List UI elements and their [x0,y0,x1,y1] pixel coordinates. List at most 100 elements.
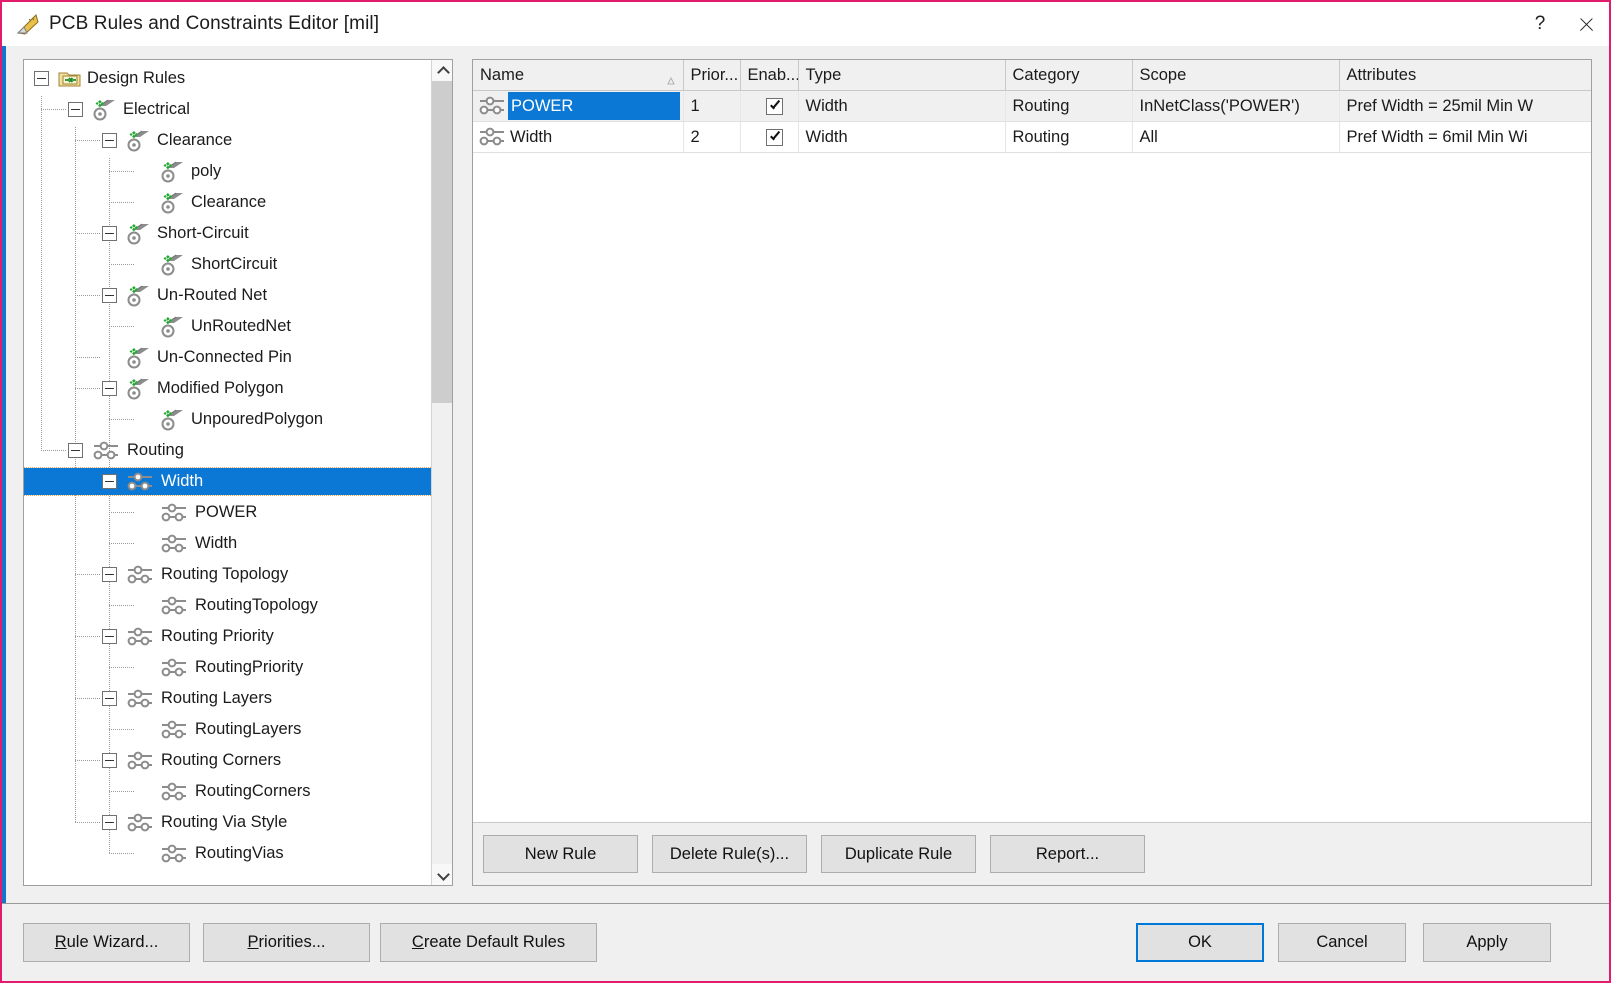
tree-item-short-circuit[interactable]: Short-Circuit [24,218,432,249]
apply-button[interactable]: Apply [1423,923,1551,962]
scrollbar-thumb[interactable] [432,81,453,403]
rule-name-cell[interactable]: Width [473,122,683,153]
rule-category-cell[interactable]: Routing [1005,91,1132,122]
cancel-button[interactable]: Cancel [1278,923,1406,962]
tree-item-routingtopology[interactable]: RoutingTopology [24,590,432,621]
folder-icon [58,69,82,88]
collapse-toggle-icon[interactable] [102,226,117,241]
rule-attributes-cell[interactable]: Pref Width = 6mil Min Wi [1339,122,1591,153]
collapse-toggle-icon[interactable] [102,288,117,303]
title-bar: PCB Rules and Constraints Editor [mil] ? [2,2,1609,46]
ok-button[interactable]: OK [1136,923,1264,962]
routing-icon [160,719,190,741]
rule-enabled-cell[interactable] [740,122,798,153]
tree-item-unpouredpolygon[interactable]: UnpouredPolygon [24,404,432,435]
tree-item-routing-corners[interactable]: Routing Corners [24,745,432,776]
tree-item-shortcircuit[interactable]: ShortCircuit [24,249,432,280]
tree-item-routing-layers[interactable]: Routing Layers [24,683,432,714]
routing-icon [160,595,190,617]
tree-item-design-rules[interactable]: Design Rules [24,63,432,94]
collapse-toggle-icon[interactable] [102,381,117,396]
tree-item-un-routed-net[interactable]: Un-Routed Net [24,280,432,311]
tree-item-clearance[interactable]: Clearance [24,187,432,218]
design-rules-tree[interactable]: Design RulesElectricalClearancepolyClear… [24,60,432,885]
tree-item-routing-priority[interactable]: Routing Priority [24,621,432,652]
rule-enabled-cell[interactable] [740,91,798,122]
chevron-down-icon [438,870,447,879]
grid-header-enabled[interactable]: Enab... [740,60,798,91]
tree-item-label: Routing Priority [160,628,274,645]
collapse-toggle-icon[interactable] [102,567,117,582]
grid-header-type[interactable]: Type [798,60,1005,91]
grid-header-category[interactable]: Category [1005,60,1132,91]
tree-item-routing[interactable]: Routing [24,435,432,466]
tree-indent-spacer [136,846,151,861]
enabled-checkbox[interactable] [766,129,783,146]
rule-priority-cell[interactable]: 2 [683,122,740,153]
report-button[interactable]: Report... [990,835,1145,873]
tree-item-routinglayers[interactable]: RoutingLayers [24,714,432,745]
tree-indent-spacer [136,412,151,427]
rule-attributes-cell[interactable]: Pref Width = 25mil Min W [1339,91,1591,122]
enabled-checkbox[interactable] [766,98,783,115]
grid-header-attributes[interactable]: Attributes [1339,60,1591,91]
routing-icon [126,688,156,710]
delete-rules-button[interactable]: Delete Rule(s)... [652,835,807,873]
grid-header-name[interactable]: Name [473,60,683,91]
tree-item-width[interactable]: Width [24,466,432,497]
tree-indent-spacer [136,598,151,613]
scroll-down-button[interactable] [432,864,453,885]
grid-header-scope[interactable]: Scope [1132,60,1339,91]
tree-item-electrical[interactable]: Electrical [24,94,432,125]
rule-wizard-button[interactable]: Rule Wizard... [23,923,190,962]
tree-item-unroutednet[interactable]: UnRoutedNet [24,311,432,342]
collapse-toggle-icon[interactable] [102,815,117,830]
table-row[interactable]: Width2WidthRoutingAllPref Width = 6mil M… [473,122,1591,153]
grid-header-priority[interactable]: Prior... [683,60,740,91]
close-button[interactable] [1563,2,1609,46]
collapse-toggle-icon[interactable] [102,474,117,489]
tree-item-routingcorners[interactable]: RoutingCorners [24,776,432,807]
tree-item-width[interactable]: Width [24,528,432,559]
priorities-button[interactable]: Priorities... [203,923,370,962]
rules-list-panel: NamePrior... Enab...TypeCategoryScopeAttr… [472,59,1592,886]
tree-indent-spacer [136,536,151,551]
tree-item-clearance[interactable]: Clearance [24,125,432,156]
tree-vertical-scrollbar[interactable] [431,60,452,885]
tree-item-power[interactable]: POWER [24,497,432,528]
tree-item-poly[interactable]: poly [24,156,432,187]
tree-item-routingvias[interactable]: RoutingVias [24,838,432,869]
tree-indent-spacer [102,350,117,365]
table-row[interactable]: POWER1 WidthRoutingInNetClass('POWER')Pre… [473,91,1591,122]
tree-item-routing-topology[interactable]: Routing Topology [24,559,432,590]
create-default-rules-button[interactable]: Create Default Rules [380,923,597,962]
rule-priority-cell[interactable]: 1 [683,91,740,122]
rule-name-cell[interactable]: POWER [473,91,683,122]
collapse-toggle-icon[interactable] [102,133,117,148]
collapse-toggle-icon[interactable] [102,753,117,768]
collapse-toggle-icon[interactable] [68,443,83,458]
routing-icon [126,471,156,493]
collapse-toggle-icon[interactable] [102,629,117,644]
tree-item-un-connected-pin[interactable]: Un-Connected Pin [24,342,432,373]
tree-item-routing-via-style[interactable]: Routing Via Style [24,807,432,838]
rule-scope-cell[interactable]: All [1132,122,1339,153]
tree-item-routingpriority[interactable]: RoutingPriority [24,652,432,683]
rule-type-cell[interactable]: Width [798,91,1005,122]
help-button[interactable]: ? [1517,2,1563,46]
collapse-toggle-icon[interactable] [68,102,83,117]
rule-scope-cell[interactable]: InNetClass('POWER') [1132,91,1339,122]
new-rule-button[interactable]: New Rule [483,835,638,873]
rule-category-cell[interactable]: Routing [1005,122,1132,153]
routing-icon [126,626,156,648]
routing-icon [126,812,156,834]
duplicate-rule-button[interactable]: Duplicate Rule [821,835,976,873]
collapse-toggle-icon[interactable] [102,691,117,706]
rule-type-cell[interactable]: Width [798,122,1005,153]
tree-item-label: Clearance [190,194,266,211]
scroll-up-button[interactable] [432,60,453,81]
tree-item-modified-polygon[interactable]: Modified Polygon [24,373,432,404]
collapse-toggle-icon[interactable] [34,71,49,86]
rule-wizard-mnemonic: R [55,933,67,952]
grid-header-label: Enab... [748,66,799,84]
